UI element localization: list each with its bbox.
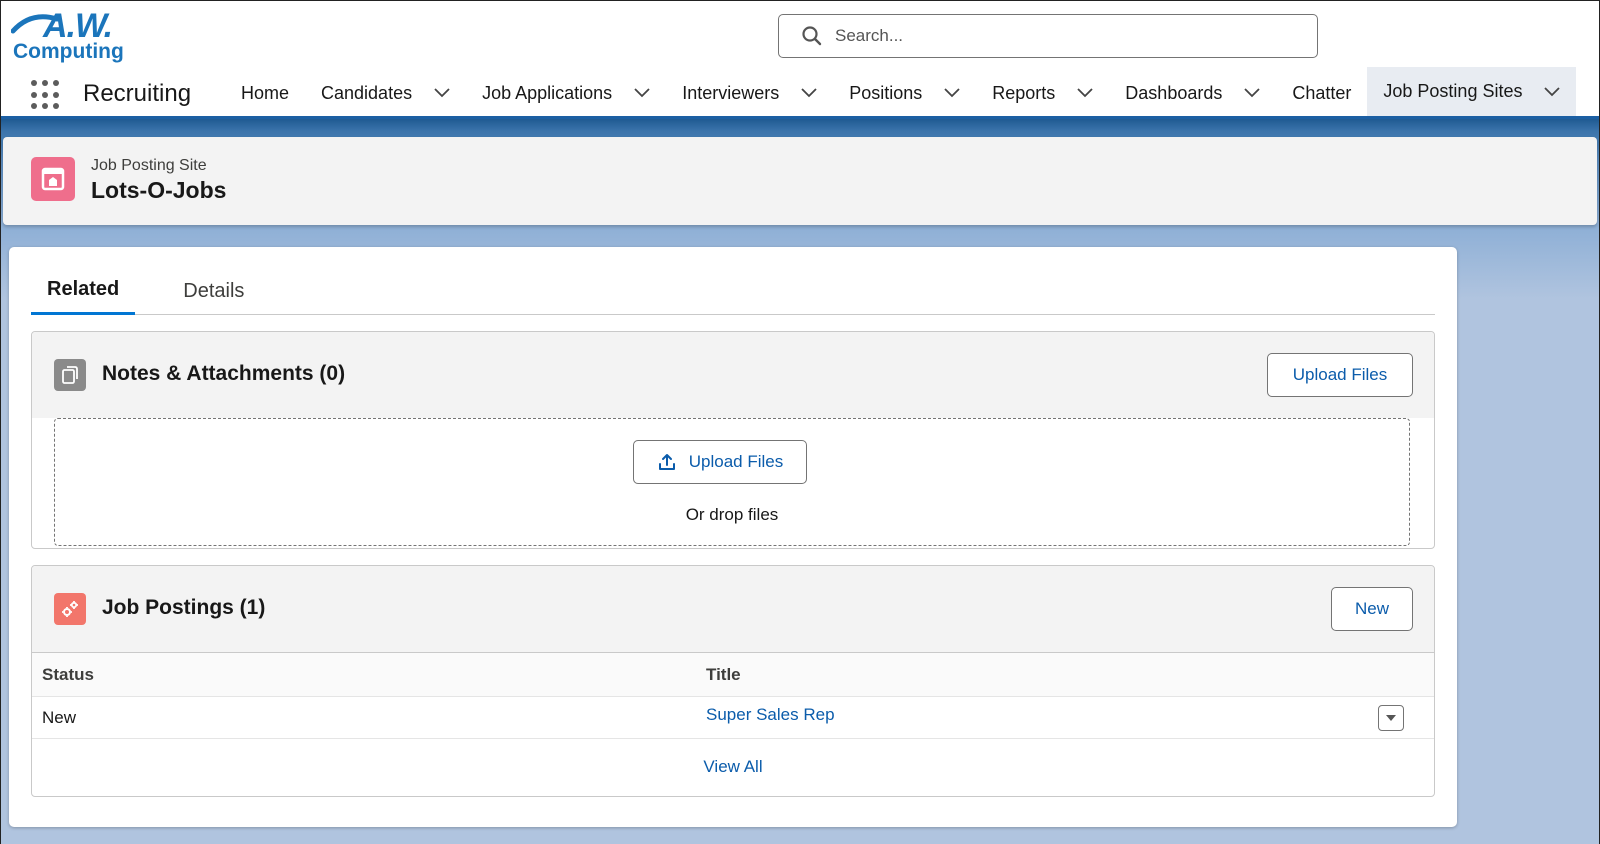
job-postings-card: Job Postings (1) New Status Title New Su… [31,565,1435,797]
chevron-down-icon[interactable] [1244,88,1260,98]
app-navigation-bar: Recruiting Home Candidates Job Application… [1,67,1599,119]
record-tabs: Related Details [31,267,1435,315]
file-dropzone[interactable]: Upload Files Or drop files [54,418,1410,546]
caret-down-icon [1386,714,1396,721]
nav-item-label: Interviewers [682,82,780,103]
gears-icon [54,593,86,625]
nav-items: Home Candidates Job Applications Interviewe… [225,67,1577,119]
chevron-down-icon[interactable] [944,88,960,98]
nav-item-reports[interactable]: Reports [976,67,1109,119]
postings-table: Status Title New Super Sales Rep [32,652,1434,739]
record-type-label: Job Posting Site [91,157,207,174]
upload-files-button[interactable]: Upload Files [1267,353,1413,397]
global-search[interactable] [778,14,1318,58]
nav-item-job-applications[interactable]: Job Applications [466,67,666,119]
nav-item-job-posting-sites[interactable]: Job Posting Sites [1367,67,1577,119]
new-posting-button[interactable]: New [1331,587,1413,631]
logo-top-text: A.W. [43,7,113,45]
app-name: Recruiting [83,80,192,107]
company-logo[interactable]: A.W. Computing [11,5,124,63]
chevron-down-icon[interactable] [1077,88,1093,98]
notes-attachments-card: Notes & Attachments (0) Upload Files Upl… [31,331,1435,549]
chevron-down-icon[interactable] [434,88,450,98]
table-row: New Super Sales Rep [32,696,1434,739]
chevron-down-icon[interactable] [801,88,817,98]
search-input[interactable] [835,26,1317,46]
search-icon [802,26,822,46]
job-posting-site-icon [31,157,75,201]
column-header-status[interactable]: Status [32,652,696,697]
chevron-down-icon[interactable] [634,88,650,98]
chevron-down-icon[interactable] [1544,86,1561,97]
nav-item-label: Candidates [321,82,413,103]
nav-item-dashboards[interactable]: Dashboards [1109,67,1276,119]
nav-item-positions[interactable]: Positions [833,67,976,119]
notes-card-header: Notes & Attachments (0) Upload Files [32,332,1434,418]
nav-item-label: Chatter [1292,82,1352,103]
column-header-title[interactable]: Title [696,652,1434,697]
notes-card-title: Notes & Attachments (0) [102,362,346,385]
posting-title-link[interactable]: Super Sales Rep [706,705,835,724]
nav-item-home[interactable]: Home [225,67,305,119]
dropzone-upload-label: Upload Files [688,452,784,471]
nav-item-label: Job Applications [482,82,613,103]
postings-card-header: Job Postings (1) New [32,566,1434,652]
tab-details[interactable]: Details [167,267,260,315]
dropzone-upload-button[interactable]: Upload Files [633,440,807,484]
cell-status: New [32,696,696,739]
nav-item-label: Reports [992,82,1056,103]
app-launcher-icon[interactable] [31,80,61,110]
postings-card-title: Job Postings (1) [102,596,266,619]
tab-related[interactable]: Related [31,267,136,315]
record-header: Job Posting Site Lots-O-Jobs [3,137,1597,225]
row-actions-dropdown[interactable] [1378,704,1404,731]
cell-title-wrapper: Super Sales Rep [696,696,1434,739]
nav-item-label: Job Posting Sites [1383,81,1523,101]
nav-item-label: Positions [849,82,923,103]
nav-item-label: Home [241,82,290,103]
view-all-link[interactable]: View All [703,757,762,777]
view-all-container: View All [32,739,1434,795]
logo-bottom-text: Computing [13,40,124,63]
upload-icon [658,454,675,470]
nav-item-interviewers[interactable]: Interviewers [666,67,833,119]
global-header: A.W. Computing [1,1,1599,67]
record-detail-card: Related Details Notes & Attachments (0) … [9,247,1457,827]
file-icon [54,359,86,391]
nav-item-candidates[interactable]: Candidates [305,67,466,119]
nav-item-label: Dashboards [1125,82,1223,103]
record-name: Lots-O-Jobs [91,177,227,203]
nav-item-chatter[interactable]: Chatter [1276,67,1367,119]
drop-files-text: Or drop files [685,505,779,524]
